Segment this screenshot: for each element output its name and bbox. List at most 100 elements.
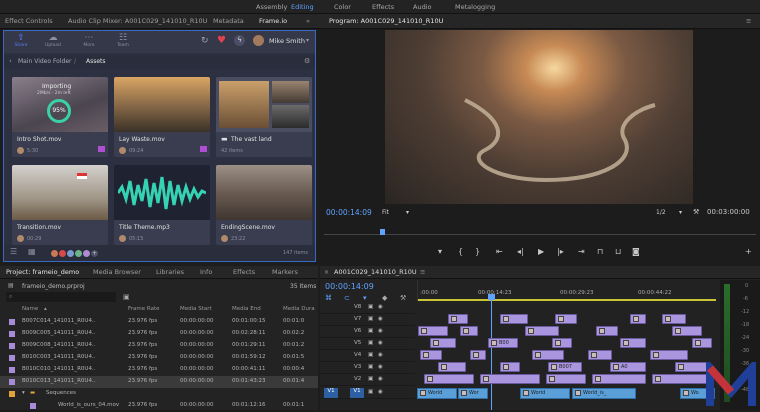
tab-audio-clip-mixer[interactable]: Audio Clip Mixer: A001C029_141010_R10U <box>68 17 207 25</box>
video-clip-v1[interactable]: World <box>417 388 457 399</box>
tab-markers[interactable]: Markers <box>272 268 298 276</box>
asset-card-vast-land[interactable]: ▬ The vast land 42 items <box>216 77 312 157</box>
table-row[interactable]: World_is_ours_04.mov 23.976 fps 00:00:00:0… <box>0 400 318 412</box>
tab-effect-controls[interactable]: Effect Controls <box>5 17 53 25</box>
sync-lock-icon[interactable]: ▣ <box>368 304 373 310</box>
resolution-dropdown[interactable]: 1/2 <box>656 209 666 216</box>
playhead-handle[interactable] <box>488 294 495 300</box>
list-view-icon[interactable]: ☰ <box>10 247 17 256</box>
workspace-editing[interactable]: Editing <box>291 3 314 11</box>
col-name[interactable]: Name <box>22 306 38 312</box>
fit-chevron-icon[interactable]: ▾ <box>406 209 409 216</box>
time-ruler[interactable]: :00:00 00:00:14:23 00:00:29:23 00:00:44:… <box>417 280 716 302</box>
mark-in-icon[interactable]: { <box>458 247 463 256</box>
bolt-icon[interactable]: ϟ <box>234 35 245 46</box>
resolution-chevron-icon[interactable]: ▾ <box>679 209 682 216</box>
tab-overflow-icon[interactable]: » <box>306 17 310 25</box>
eye-icon[interactable]: ◉ <box>378 316 383 322</box>
step-back-icon[interactable]: ◂| <box>517 247 524 256</box>
video-clip[interactable] <box>470 350 486 360</box>
tab-info[interactable]: Info <box>200 268 212 276</box>
timeline-settings-icon[interactable]: ⚒ <box>400 294 406 302</box>
add-marker-icon[interactable]: ▾ <box>363 294 367 302</box>
asset-card-intro-shot[interactable]: Importing 2Mb/s · 2m left 95% Intro Shot… <box>12 77 108 157</box>
video-clip[interactable] <box>460 326 478 336</box>
sync-lock-icon[interactable]: ▣ <box>368 328 373 334</box>
eye-icon[interactable]: ◉ <box>378 352 383 358</box>
video-clip[interactable] <box>630 314 646 324</box>
sort-asc-icon[interactable]: ▴ <box>44 306 47 312</box>
workspace-color[interactable]: Color <box>334 3 351 11</box>
folder-row[interactable]: ▾ ▬ Sequences <box>0 388 318 400</box>
sync-lock-icon[interactable]: ▣ <box>368 352 373 358</box>
tab-frameio[interactable]: Frame.io <box>259 17 287 25</box>
asset-card-lay-waste[interactable]: Lay Waste.mov 09:24 <box>114 77 210 157</box>
refresh-icon[interactable]: ↻ <box>201 36 209 46</box>
settings-wrench-icon[interactable]: ⚒ <box>693 208 699 216</box>
step-forward-icon[interactable]: |▸ <box>557 247 564 256</box>
video-clip[interactable] <box>532 350 564 360</box>
table-row-selected[interactable]: B010C013_141011_R0U4.. 23.976 fps 00:00:00… <box>0 376 318 388</box>
camera-icon[interactable]: ◙ <box>632 247 640 256</box>
lift-icon[interactable]: ⊓ <box>597 247 603 256</box>
track-header-v6[interactable]: V6 ▣ ◉ <box>320 326 415 338</box>
snap-icon[interactable]: ⌘ <box>325 294 332 302</box>
linked-selection-icon[interactable]: ⊂ <box>344 294 350 302</box>
go-to-in-icon[interactable]: ⇤ <box>496 247 503 256</box>
mark-out-icon[interactable]: } <box>475 247 480 256</box>
eye-icon[interactable]: ◉ <box>378 376 383 382</box>
heart-icon[interactable]: ♥ <box>217 35 226 46</box>
back-icon[interactable]: ‹ <box>9 57 12 65</box>
col-frame-rate[interactable]: Frame Rate <box>128 306 160 312</box>
eye-icon[interactable]: ◉ <box>378 389 383 395</box>
workspace-metalogging[interactable]: Metalogging <box>455 3 495 11</box>
eye-icon[interactable]: ◉ <box>378 328 383 334</box>
extract-icon[interactable]: ⊔ <box>615 247 621 256</box>
sync-lock-icon[interactable]: ▣ <box>368 389 373 395</box>
table-row[interactable]: B007C014_141011_R0U4.. 23.976 fps 00:00:00… <box>0 316 318 328</box>
tab-libraries[interactable]: Libraries <box>156 268 184 276</box>
video-clip[interactable] <box>650 350 688 360</box>
workspace-assembly[interactable]: Assembly <box>256 3 287 11</box>
sequence-menu-icon[interactable]: ≡ <box>420 268 425 276</box>
upload-button[interactable]: ☁ Upload <box>40 33 66 48</box>
close-icon[interactable]: × <box>324 269 329 276</box>
track-header-v1[interactable]: V1 V1 ▣ ◉ <box>320 387 415 399</box>
project-search-input[interactable] <box>6 292 116 302</box>
marker-icon[interactable]: ▾ <box>438 247 442 256</box>
video-clip[interactable]: B007 <box>548 362 582 372</box>
sync-lock-icon[interactable]: ▣ <box>368 316 373 322</box>
program-timecode[interactable]: 00:00:14:09 <box>326 208 372 217</box>
video-clip[interactable] <box>592 374 646 384</box>
nested-sequence-icon[interactable]: ◆ <box>382 294 387 302</box>
video-clip[interactable] <box>555 314 577 324</box>
video-clip-v1[interactable]: Wor <box>458 388 488 399</box>
video-clip[interactable] <box>430 338 456 348</box>
user-avatar[interactable] <box>253 35 264 46</box>
video-clip-v1[interactable]: World_is_ <box>572 388 636 399</box>
video-clip[interactable] <box>525 326 559 336</box>
video-clip[interactable] <box>500 362 520 372</box>
table-row[interactable]: B009C008_141011_R0U4.. 23.976 fps 00:00:00… <box>0 340 318 352</box>
video-clip[interactable]: A0 <box>610 362 646 372</box>
col-media-start[interactable]: Media Start <box>180 306 212 312</box>
video-clip[interactable] <box>424 374 474 384</box>
sync-lock-icon[interactable]: ▣ <box>368 364 373 370</box>
tab-effects[interactable]: Effects <box>233 268 255 276</box>
video-clip[interactable] <box>588 350 612 360</box>
video-clip[interactable] <box>480 374 540 384</box>
track-target-v1[interactable]: V1 <box>350 388 364 398</box>
asset-card-title-theme[interactable]: Title Theme.mp3 05:15 <box>114 165 210 245</box>
tab-project[interactable]: Project: frameio_demo <box>6 268 79 276</box>
video-clip[interactable] <box>420 350 442 360</box>
video-clip[interactable] <box>620 338 646 348</box>
tab-metadata[interactable]: Metadata <box>213 17 244 25</box>
fit-dropdown[interactable]: Fit <box>382 209 389 216</box>
program-playhead[interactable] <box>380 229 385 235</box>
track-header-v3[interactable]: V3 ▣ ◉ <box>320 362 415 374</box>
video-clip[interactable]: B00 <box>488 338 518 348</box>
program-menu-icon[interactable]: ≡ <box>746 17 751 25</box>
workspace-audio[interactable]: Audio <box>413 3 431 11</box>
eye-icon[interactable]: ◉ <box>378 304 383 310</box>
eye-icon[interactable]: ◉ <box>378 340 383 346</box>
